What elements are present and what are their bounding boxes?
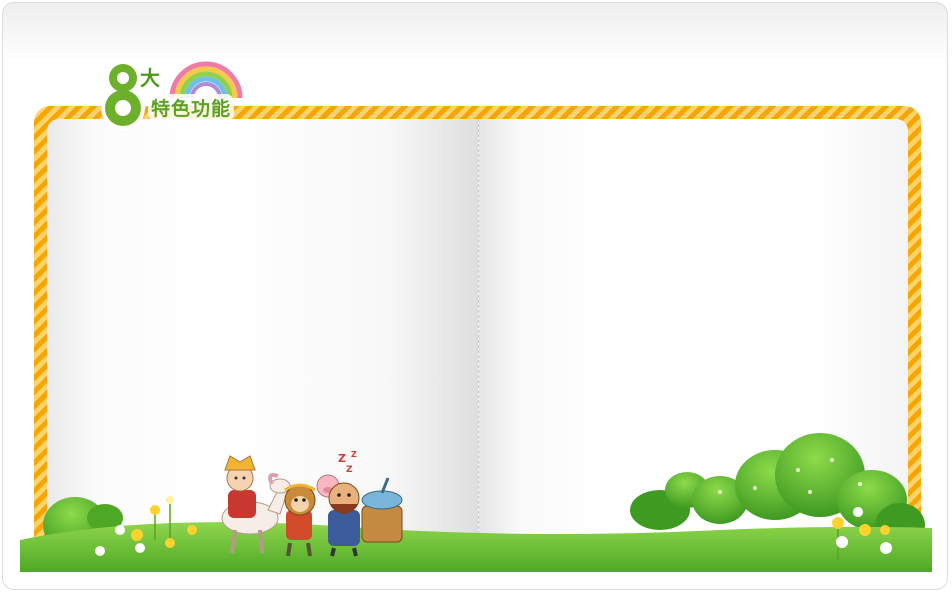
zzz-icon: Z Z Z — [338, 450, 357, 475]
luggage-pack — [361, 477, 403, 543]
monk-tang-sanzang — [224, 455, 256, 518]
sandy — [328, 482, 360, 557]
svg-text:Z: Z — [346, 465, 353, 475]
badge-title-top: 大 — [140, 66, 160, 90]
journey-to-the-west-characters-illustration: Z Z Z — [221, 450, 403, 557]
badge-title-bottom: 特色功能 — [148, 94, 235, 121]
feature-badge: 大 特色功能 — [96, 56, 256, 136]
svg-text:Z: Z — [338, 452, 346, 465]
monkey-king — [284, 483, 316, 557]
svg-text:Z: Z — [351, 450, 357, 459]
grass-landscape-illustration — [20, 433, 932, 572]
